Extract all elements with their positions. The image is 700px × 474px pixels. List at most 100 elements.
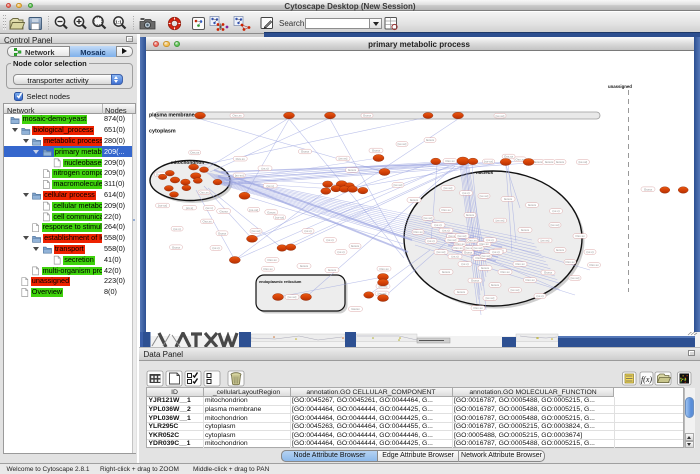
svg-text:[xx-xx]: [xx-xx] — [551, 223, 560, 227]
svg-text:Oxx.xx: Oxx.xx — [565, 260, 575, 264]
svg-text:(xx.x): (xx.x) — [442, 229, 449, 233]
svg-text:Gxxxx: Gxxxx — [267, 210, 276, 214]
svg-text:(xx.x): (xx.x) — [261, 166, 268, 170]
svg-text:Oxx.xx: Oxx.xx — [190, 151, 200, 155]
svg-text:Oxx.xx: Oxx.xx — [263, 267, 273, 271]
svg-text:Gxxxx: Gxxxx — [372, 149, 381, 153]
svg-text:[xx-xx]: [xx-xx] — [444, 186, 453, 190]
svg-text:Oxx.xx: Oxx.xx — [379, 267, 389, 271]
svg-text:(xx.x): (xx.x) — [552, 209, 559, 213]
svg-text:Oxx.xx: Oxx.xx — [441, 208, 451, 212]
svg-text:Gxxxx: Gxxxx — [363, 114, 372, 118]
svg-text:Gxxxx: Gxxxx — [466, 213, 475, 217]
svg-text:(xx.x): (xx.x) — [427, 239, 434, 243]
svg-text:Oxx.xx: Oxx.xx — [500, 270, 510, 274]
svg-text:(xx.x): (xx.x) — [337, 250, 344, 254]
svg-text:(xx.x): (xx.x) — [536, 294, 543, 298]
svg-text:[xx-xx]: [xx-xx] — [458, 234, 467, 238]
svg-text:Gxxxx: Gxxxx — [534, 160, 543, 164]
svg-text:Gxxxx: Gxxxx — [351, 244, 360, 248]
svg-text:Gxxxx: Gxxxx — [464, 251, 473, 255]
svg-text:[xx-xx]: [xx-xx] — [249, 208, 258, 212]
svg-text:Oxx.xx: Oxx.xx — [504, 155, 514, 159]
svg-text:[xx-xx]: [xx-xx] — [158, 204, 167, 208]
svg-text:Oxx.xx: Oxx.xx — [473, 306, 483, 310]
svg-text:(xx.x): (xx.x) — [304, 229, 311, 233]
svg-text:endoplasmic reticulum: endoplasmic reticulum — [259, 279, 302, 284]
svg-text:Oxx.xx: Oxx.xx — [203, 220, 213, 224]
svg-text:(xx.x): (xx.x) — [434, 223, 441, 227]
svg-text:Gxxxx: Gxxxx — [556, 160, 565, 164]
svg-text:[xx-xx]: [xx-xx] — [571, 276, 580, 280]
svg-text:Gxxxx: Gxxxx — [410, 198, 419, 202]
svg-text:Gxxxx: Gxxxx — [300, 264, 309, 268]
svg-text:Gxxxx: Gxxxx — [328, 268, 337, 272]
svg-text:[xx-xx]: [xx-xx] — [511, 288, 520, 292]
svg-text:[xx-xx]: [xx-xx] — [252, 229, 261, 233]
svg-text:[xx-xx]: [xx-xx] — [579, 160, 588, 164]
svg-text:Oxx.xx: Oxx.xx — [467, 239, 477, 243]
svg-text:unassigned: unassigned — [608, 84, 632, 89]
svg-text:[xx-xx]: [xx-xx] — [484, 160, 493, 164]
svg-text:Gxxxx: Gxxxx — [426, 138, 435, 142]
svg-text:Gxxxx: Gxxxx — [521, 228, 530, 232]
svg-text:plasma membrane: plasma membrane — [149, 113, 195, 119]
svg-text:Gxxxx: Gxxxx — [504, 197, 513, 201]
svg-text:Gxxxx: Gxxxx — [457, 290, 466, 294]
svg-text:nucleus: nucleus — [476, 170, 494, 175]
svg-text:Gxxxx: Gxxxx — [442, 270, 451, 274]
svg-text:Oxx.xx: Oxx.xx — [267, 258, 277, 262]
svg-text:(xx.x): (xx.x) — [186, 206, 193, 210]
svg-text:(xx.x): (xx.x) — [173, 227, 180, 231]
svg-text:[xx-xx]: [xx-xx] — [235, 174, 244, 178]
svg-text:Gxxxx: Gxxxx — [481, 266, 490, 270]
svg-text:[xx-xx]: [xx-xx] — [398, 142, 407, 146]
svg-text:Gxxxx: Gxxxx — [491, 283, 500, 287]
svg-text:Gxxxx: Gxxxx — [220, 209, 229, 213]
svg-text:Oxx.xx: Oxx.xx — [453, 246, 463, 250]
svg-text:Oxx.xx: Oxx.xx — [199, 191, 209, 195]
svg-text:Oxx.xx: Oxx.xx — [236, 157, 246, 161]
svg-text:[xx-xx]: [xx-xx] — [474, 246, 483, 250]
svg-text:Oxx.xx: Oxx.xx — [445, 159, 455, 163]
svg-text:(xx.x): (xx.x) — [492, 250, 499, 254]
svg-text:[xx-xx]: [xx-xx] — [424, 216, 433, 220]
svg-text:Oxx.xx: Oxx.xx — [232, 114, 242, 118]
svg-text:(xx.x): (xx.x) — [451, 255, 458, 259]
svg-text:(xx.x): (xx.x) — [461, 262, 468, 266]
svg-text:Gxxxx: Gxxxx — [351, 307, 360, 311]
svg-text:[xx-xx]: [xx-xx] — [394, 183, 403, 187]
svg-text:(xx.x): (xx.x) — [267, 184, 274, 188]
svg-text:[xx-xx]: [xx-xx] — [288, 295, 297, 299]
svg-text:Gxxxx: Gxxxx — [528, 203, 537, 207]
svg-text:Oxx.xx: Oxx.xx — [575, 234, 585, 238]
svg-text:[xx-xx]: [xx-xx] — [339, 157, 348, 161]
svg-text:Gxxxx: Gxxxx — [301, 150, 310, 154]
svg-text:Gxxxx: Gxxxx — [471, 279, 480, 283]
svg-text:[xx-xx]: [xx-xx] — [496, 219, 505, 223]
svg-text:Oxx.xx: Oxx.xx — [589, 263, 599, 267]
svg-text:Gxxxx: Gxxxx — [544, 271, 553, 275]
svg-text:[xx-xx]: [xx-xx] — [275, 216, 284, 220]
svg-text:(xx.x): (xx.x) — [486, 238, 493, 242]
svg-text:(xx.x): (xx.x) — [586, 250, 593, 254]
svg-text:(xx.x): (xx.x) — [462, 191, 469, 195]
svg-text:(xx.x): (xx.x) — [206, 206, 213, 210]
svg-text:Gxxxx: Gxxxx — [218, 231, 227, 235]
svg-text:Gxxxx: Gxxxx — [644, 187, 653, 191]
svg-text:Gxxxx: Gxxxx — [545, 160, 554, 164]
svg-text:(xx.x): (xx.x) — [212, 246, 219, 250]
svg-text:Gxxxx: Gxxxx — [172, 245, 181, 249]
svg-text:[xx-xx]: [xx-xx] — [448, 238, 457, 242]
svg-text:[xx-xx]: [xx-xx] — [541, 239, 550, 243]
svg-text:[xx-xx]: [xx-xx] — [486, 296, 495, 300]
svg-text:cytoplasm: cytoplasm — [149, 129, 176, 135]
svg-text:(xx.x): (xx.x) — [326, 238, 333, 242]
svg-text:[xx-xx]: [xx-xx] — [480, 194, 489, 198]
svg-text:Oxx.xx: Oxx.xx — [413, 230, 423, 234]
svg-text:Gxxxx: Gxxxx — [556, 248, 565, 252]
svg-text:[xx-xx]: [xx-xx] — [482, 254, 491, 258]
svg-text:Oxx.xx: Oxx.xx — [515, 262, 525, 266]
svg-text:mitochondrion: mitochondrion — [171, 160, 205, 166]
svg-text:Oxx.xx: Oxx.xx — [525, 278, 535, 282]
